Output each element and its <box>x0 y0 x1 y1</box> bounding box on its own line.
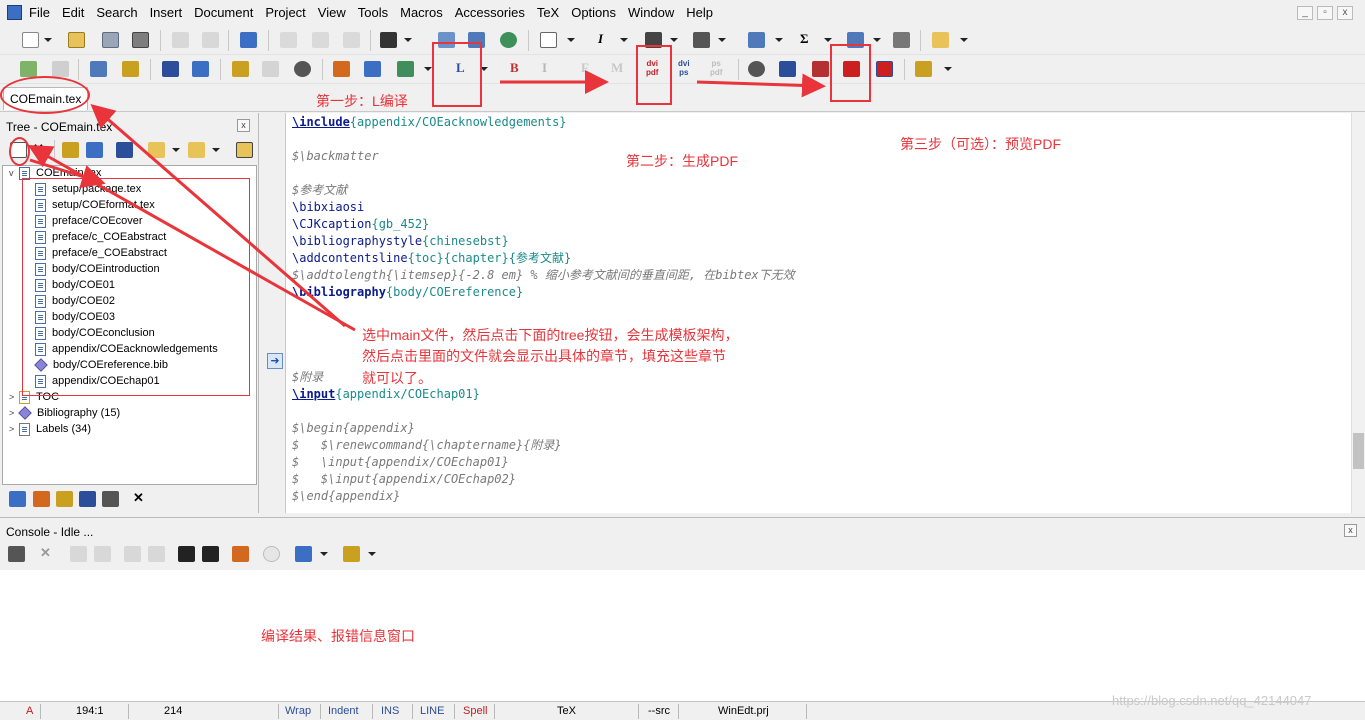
annotation-tree-note-3: 就可以了。 <box>362 370 432 386</box>
annotation-console-note: 编译结果、报错信息窗口 <box>261 628 415 644</box>
annotation-step2: 第二步：生成PDF <box>626 153 738 169</box>
annotation-tree-note-1: 选中main文件，然后点击下面的tree按钮，会生成模板架构， <box>362 327 739 343</box>
winedt-window: File Edit Search Insert Document Project View T… <box>0 0 1365 720</box>
annotation-step1: 第一步：L编译 <box>316 93 408 109</box>
annotation-arrow-to-tab <box>90 104 346 328</box>
annotation-arrow-to-tree-list <box>29 158 106 189</box>
annotation-tree-note-2: 然后点击里面的文件就会显示出具体的章节，填充这些章节 <box>362 348 726 364</box>
annotation-arrow-step2-step3 <box>696 73 826 98</box>
annotation-step3: 第三步（可选）：预览PDF <box>900 136 1061 152</box>
